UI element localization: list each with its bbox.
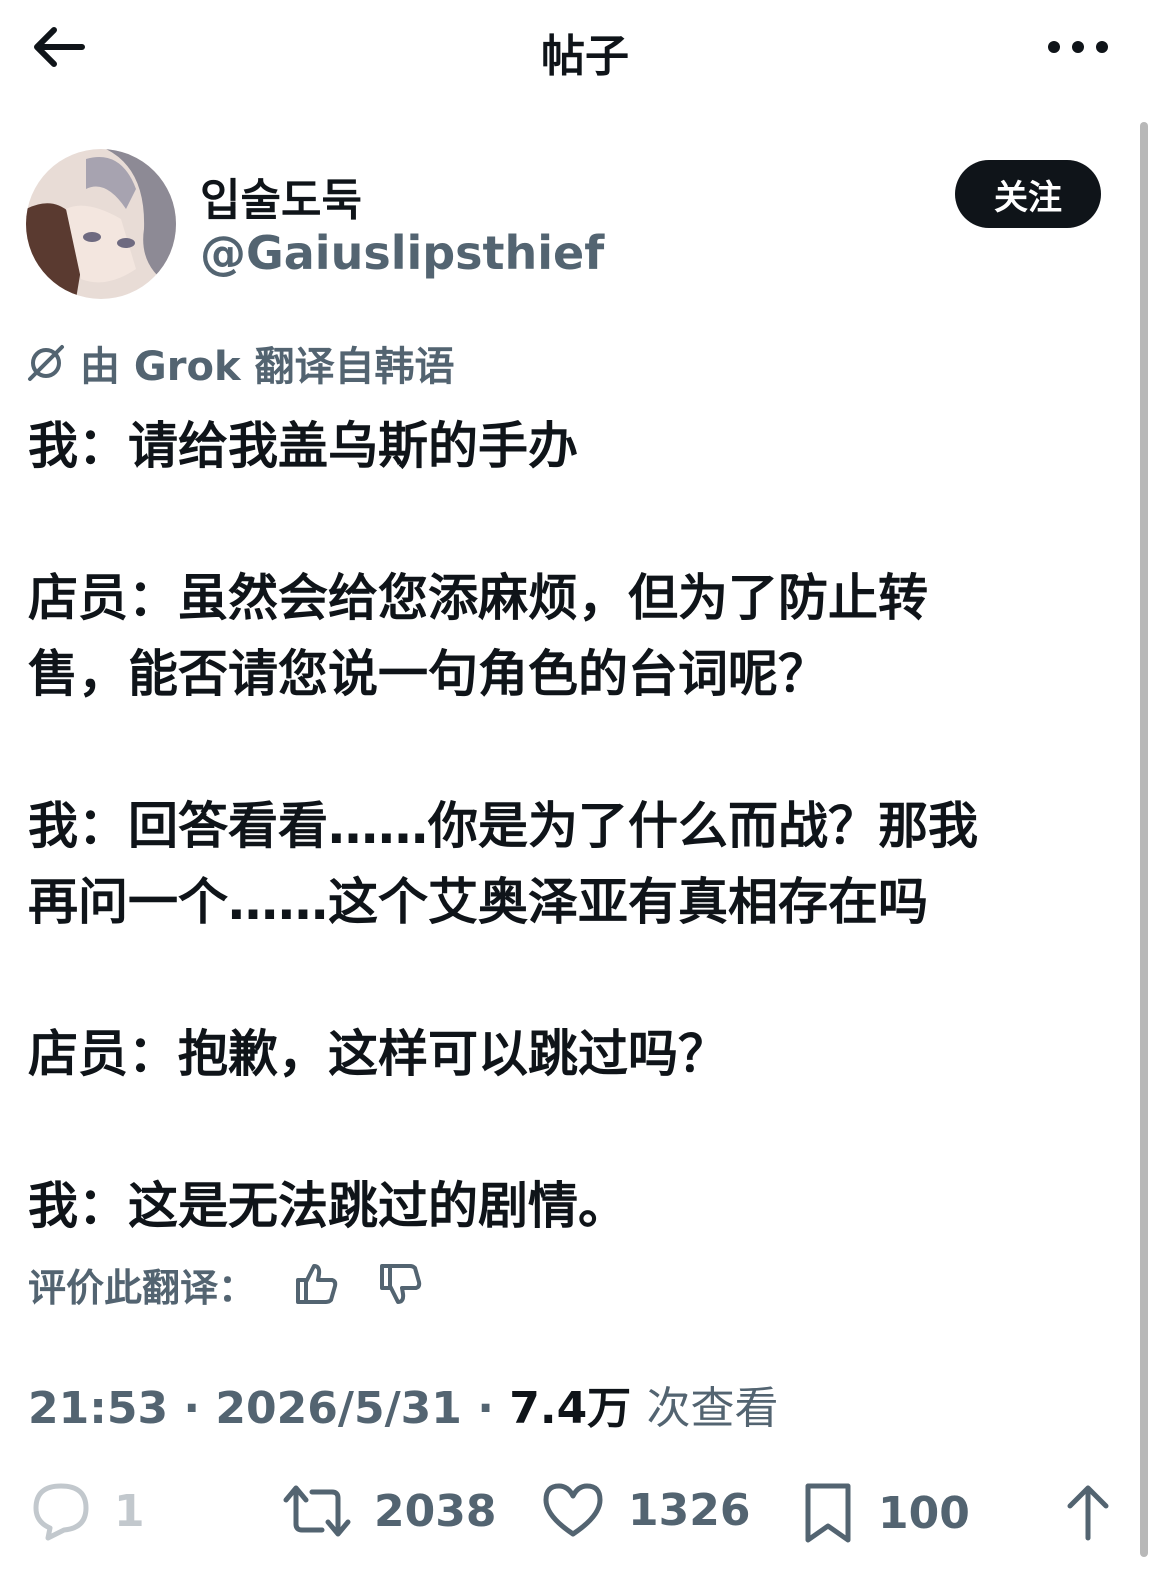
post-paragraph: 店员：抱歉，这样可以跳过吗？: [28, 1025, 728, 1083]
share-button[interactable]: [1060, 1480, 1138, 1542]
avatar[interactable]: [26, 149, 176, 299]
share-icon: [1067, 1485, 1109, 1541]
reply-button[interactable]: 1: [30, 1480, 145, 1542]
post-date: 2026/5/31: [215, 1383, 462, 1434]
bookmark-button[interactable]: 100: [800, 1480, 970, 1546]
meta-separator: ·: [461, 1383, 510, 1434]
bookmark-icon: [805, 1483, 851, 1543]
page-title: 帖子: [541, 31, 629, 82]
author-display-name[interactable]: 입술도둑: [200, 164, 362, 228]
thumbs-up-icon[interactable]: [292, 1260, 340, 1308]
reply-count: 1: [114, 1485, 145, 1537]
repost-count: 2038: [374, 1485, 497, 1537]
like-icon: [543, 1483, 603, 1537]
post-body: 我：请给我盖乌斯的手办 店员：虽然会给您添麻烦，但为了防止转 售，能否请您说一句…: [28, 408, 1118, 1244]
post-paragraph: 店员：虽然会给您添麻烦，但为了防止转 售，能否请您说一句角色的台词呢？: [28, 569, 928, 703]
repost-icon: [283, 1485, 351, 1537]
meta-separator: ·: [168, 1383, 216, 1434]
author-handle[interactable]: @Gaiuslipsthief: [200, 226, 604, 280]
post-paragraph: 我：请给我盖乌斯的手办: [28, 417, 578, 475]
meta-space: [631, 1383, 646, 1434]
thumbs-down-icon[interactable]: [376, 1260, 424, 1308]
repost-button[interactable]: 2038: [282, 1480, 496, 1542]
view-count: 7.4万: [509, 1383, 632, 1434]
action-bar: 1 2038 1326 100: [0, 1470, 1170, 1560]
bookmark-count: 100: [878, 1487, 970, 1539]
scrollbar[interactable]: [1140, 122, 1148, 1557]
post-paragraph: 我：这是无法跳过的剧情。: [28, 1177, 628, 1235]
rate-translation: 评价此翻译：: [28, 1254, 424, 1314]
follow-button[interactable]: 关注: [955, 160, 1101, 228]
like-button[interactable]: 1326: [540, 1480, 750, 1540]
like-count: 1326: [628, 1484, 751, 1536]
more-icon[interactable]: [1046, 36, 1110, 58]
view-count-label: 次查看: [646, 1383, 779, 1434]
post-time: 21:53: [28, 1383, 169, 1434]
reply-icon: [33, 1483, 89, 1541]
translation-note-text: 由 Grok 翻译自韩语: [80, 344, 455, 390]
post-paragraph: 我：回答看看……你是为了什么而战？那我 再问一个……这个艾奥泽亚有真相存在吗: [28, 797, 978, 931]
post-meta: 21:53 · 2026/5/31 · 7.4万 次查看: [28, 1372, 779, 1436]
translation-note: 由 Grok 翻译自韩语: [26, 338, 455, 390]
grok-icon: [28, 345, 64, 381]
top-bar: 帖子: [0, 0, 1170, 100]
rate-translation-label: 评价此翻译：: [28, 1265, 257, 1310]
